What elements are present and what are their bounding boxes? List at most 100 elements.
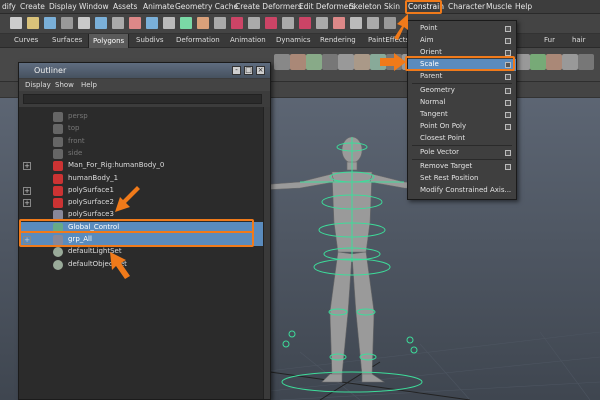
option-box-icon[interactable] [505, 38, 511, 44]
toolbar-tool-icon[interactable] [61, 17, 73, 29]
outliner-item[interactable]: + Man_For_Rig:humanBody_0 [19, 160, 263, 172]
constrain-item-parent[interactable]: Parent [408, 71, 516, 83]
menu-create-deformers[interactable]: Create Deformers [235, 2, 302, 11]
shelf-tool-icon[interactable] [354, 54, 370, 70]
tab-curves[interactable]: Curves [14, 36, 38, 44]
option-box-icon[interactable] [505, 100, 511, 106]
outliner-menu-display[interactable]: Display [25, 81, 51, 89]
shelf-tool-icon[interactable] [306, 54, 322, 70]
toolbar-tool-icon[interactable] [95, 17, 107, 29]
tab-fur[interactable]: Fur [544, 36, 555, 44]
toolbar-tool-icon[interactable] [231, 17, 243, 29]
outliner-item[interactable]: persp [19, 111, 263, 123]
constrain-item-normal[interactable]: Normal [408, 97, 516, 109]
option-box-icon[interactable] [505, 74, 511, 80]
outliner-search-input[interactable] [23, 94, 262, 104]
menu-animate[interactable]: Animate [143, 2, 174, 11]
menu-create[interactable]: Create [20, 2, 45, 11]
outliner-scrollbar[interactable] [263, 107, 270, 399]
option-box-icon[interactable] [505, 164, 511, 170]
option-box-icon[interactable] [505, 112, 511, 118]
option-box-icon[interactable] [505, 88, 511, 94]
constrain-item-geometry[interactable]: Geometry [408, 85, 516, 97]
tab-surfaces[interactable]: Surfaces [52, 36, 82, 44]
menu-geometry-cache[interactable]: Geometry Cache [175, 2, 238, 11]
constrain-item-point[interactable]: Point [408, 23, 516, 35]
set-icon [53, 259, 63, 270]
shelf-tool-icon[interactable] [530, 54, 546, 70]
shelf-tool-icon[interactable] [562, 54, 578, 70]
toolbar-tool-icon[interactable] [112, 17, 124, 29]
toolbar-tool-icon[interactable] [180, 17, 192, 29]
toolbar-tool-icon[interactable] [333, 17, 345, 29]
toolbar-tool-icon[interactable] [265, 17, 277, 29]
menu-assets[interactable]: Assets [113, 2, 137, 11]
outliner-item[interactable]: front [19, 136, 263, 148]
outliner-menu-show[interactable]: Show [55, 81, 74, 89]
menu-muscle[interactable]: Muscle [486, 2, 512, 11]
menu-edit-deformers[interactable]: Edit Deformers [299, 2, 355, 11]
toolbar-tool-icon[interactable] [163, 17, 175, 29]
constrain-item-modify-constrained-axis[interactable]: Modify Constrained Axis... [408, 185, 516, 197]
shelf-tool-icon[interactable] [290, 54, 306, 70]
menu-skeleton[interactable]: Skeleton [349, 2, 381, 11]
option-box-icon[interactable] [505, 150, 511, 156]
outliner-item[interactable]: defaultObjectSet [19, 259, 263, 271]
constrain-item-remove-target[interactable]: Remove Target [408, 161, 516, 173]
shelf-tool-icon[interactable] [322, 54, 338, 70]
constrain-item-closest-point[interactable]: Closest Point [408, 133, 516, 145]
minimize-icon[interactable]: - [232, 66, 241, 75]
toolbar-tool-icon[interactable] [248, 17, 260, 29]
tab-subdivs[interactable]: Subdivs [136, 36, 164, 44]
constrain-item-aim[interactable]: Aim [408, 35, 516, 47]
option-box-icon[interactable] [505, 124, 511, 130]
option-box-icon[interactable] [505, 26, 511, 32]
constrain-item-tangent[interactable]: Tangent [408, 109, 516, 121]
menu-skin[interactable]: Skin [384, 2, 400, 11]
maximize-icon[interactable]: □ [244, 66, 253, 75]
outliner-item[interactable]: defaultLightSet [19, 246, 263, 258]
outliner-menu-help[interactable]: Help [81, 81, 97, 89]
shelf-tool-icon[interactable] [274, 54, 290, 70]
constrain-item-set-rest-position[interactable]: Set Rest Position [408, 173, 516, 185]
toolbar-tool-icon[interactable] [214, 17, 226, 29]
close-icon[interactable]: × [256, 66, 265, 75]
toolbar-tool-icon[interactable] [27, 17, 39, 29]
toolbar-tool-icon[interactable] [299, 17, 311, 29]
toolbar-tool-icon[interactable] [129, 17, 141, 29]
tab-dynamics[interactable]: Dynamics [276, 36, 311, 44]
shelf-tool-icon[interactable] [578, 54, 594, 70]
expand-icon[interactable]: + [23, 199, 31, 208]
toolbar-tool-icon[interactable] [78, 17, 90, 29]
tab-rendering[interactable]: Rendering [320, 36, 356, 44]
outliner-item[interactable]: humanBody_1 [19, 173, 263, 185]
outliner-item-label: polySurface3 [68, 210, 114, 219]
toolbar-tool-icon[interactable] [316, 17, 328, 29]
shelf-tool-icon[interactable] [338, 54, 354, 70]
toolbar-tool-icon[interactable] [10, 17, 22, 29]
toolbar-tool-icon[interactable] [44, 17, 56, 29]
outliner-list[interactable]: persp top front side + Man_For_Rig:humanBody_… [19, 107, 263, 399]
outliner-item[interactable]: side [19, 148, 263, 160]
constrain-item-pole-vector[interactable]: Pole Vector [408, 147, 516, 159]
expand-icon[interactable]: + [23, 186, 31, 195]
menu-dify[interactable]: dify [2, 2, 16, 11]
expand-icon[interactable]: + [23, 162, 31, 171]
menu-window[interactable]: Window [79, 2, 109, 11]
outliner-item[interactable]: top [19, 123, 263, 135]
tab-hair[interactable]: hair [572, 36, 586, 44]
toolbar-tool-icon[interactable] [282, 17, 294, 29]
tab-animation[interactable]: Animation [230, 36, 266, 44]
constrain-item-point-on-poly[interactable]: Point On Poly [408, 121, 516, 133]
tab-polygons[interactable]: Polygons [88, 34, 130, 48]
tab-deformation[interactable]: Deformation [176, 36, 220, 44]
toolbar-tool-icon[interactable] [367, 17, 379, 29]
outliner-title-bar[interactable]: Outliner - □ × [19, 63, 270, 78]
toolbar-tool-icon[interactable] [197, 17, 209, 29]
shelf-tool-icon[interactable] [546, 54, 562, 70]
menu-display[interactable]: Display [49, 2, 77, 11]
toolbar-tool-icon[interactable] [350, 17, 362, 29]
menu-character[interactable]: Character [448, 2, 485, 11]
toolbar-tool-icon[interactable] [146, 17, 158, 29]
menu-help[interactable]: Help [515, 2, 532, 11]
